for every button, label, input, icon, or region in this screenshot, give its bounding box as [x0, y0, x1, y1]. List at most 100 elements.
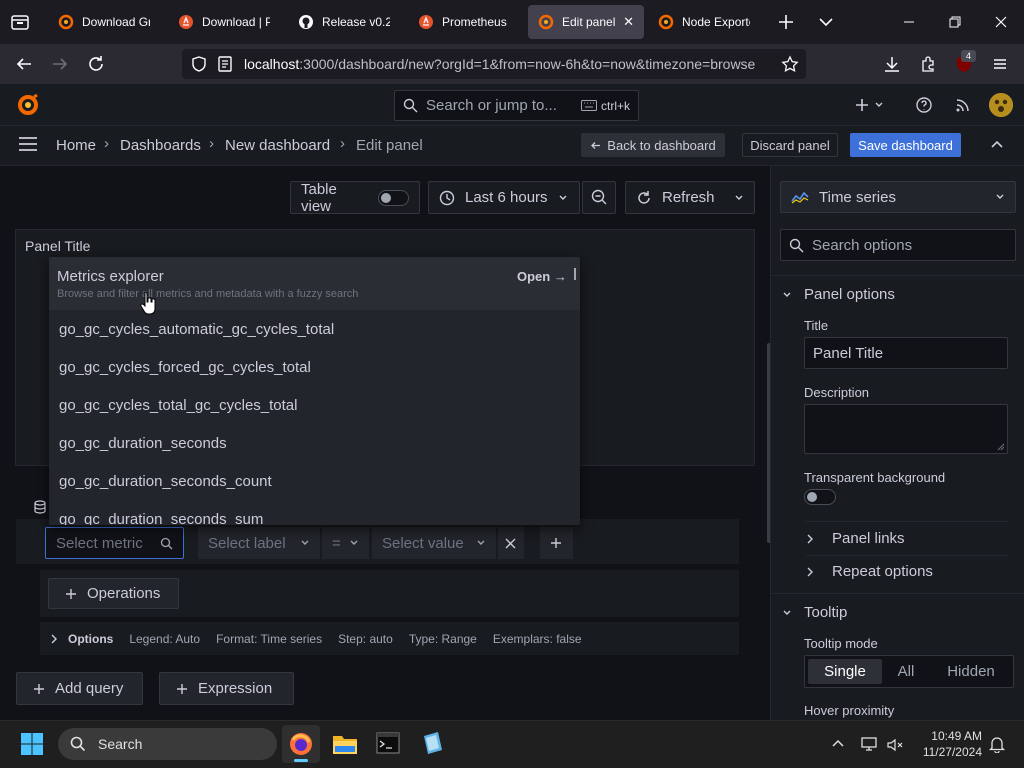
add-query-button[interactable]: Add query	[16, 672, 143, 705]
metric-select-input[interactable]: Select metric	[45, 527, 184, 559]
notifications-bell-icon[interactable]	[988, 735, 1006, 753]
firefox-taskbar-button[interactable]	[282, 725, 320, 763]
browser-tab[interactable]: Download Gra	[48, 5, 160, 39]
add-expression-button[interactable]: Expression	[159, 672, 294, 705]
plus-icon	[854, 97, 870, 113]
close-tab-icon[interactable]: ✕	[623, 14, 634, 30]
mega-menu-icon[interactable]	[18, 136, 38, 152]
terminal-icon[interactable]	[376, 732, 400, 754]
bookmark-star-icon[interactable]	[778, 52, 802, 76]
add-menu-button[interactable]	[854, 96, 888, 114]
browser-tab[interactable]: Prometheus T	[408, 5, 520, 39]
breadcrumb-new-dashboard[interactable]: New dashboard	[225, 137, 330, 154]
search-icon	[160, 537, 173, 550]
repeat-options-section[interactable]: Repeat options	[806, 563, 933, 580]
extensions-icon[interactable]	[916, 52, 940, 76]
browser-tab[interactable]: Download | Pr	[168, 5, 280, 39]
avatar[interactable]	[989, 93, 1013, 117]
url-bar[interactable]: localhost:3000/dashboard/new?orgId=1&fro…	[182, 49, 806, 79]
help-icon[interactable]	[915, 96, 933, 114]
hover-proximity-label: Hover proximity	[804, 703, 895, 718]
search-icon	[789, 238, 804, 253]
metric-option[interactable]: go_gc_duration_seconds_count	[59, 473, 272, 490]
taskbar-search[interactable]: Search	[58, 728, 277, 760]
add-filter-button[interactable]	[540, 527, 573, 559]
tab-title: Edit panel -	[562, 15, 616, 29]
tab-overview-icon[interactable]	[10, 12, 30, 32]
chevron-down-icon[interactable]	[734, 193, 744, 203]
metrics-explorer-option[interactable]: Metrics explorer Browse and filter all m…	[49, 257, 580, 310]
tooltip-mode-single[interactable]: Single	[808, 659, 882, 684]
windows-start-icon[interactable]	[20, 732, 44, 756]
page-info-icon[interactable]	[213, 52, 237, 76]
tooltip-mode-hidden[interactable]: Hidden	[933, 659, 1009, 684]
database-icon[interactable]	[34, 500, 46, 514]
grafana-logo-icon[interactable]	[16, 93, 40, 117]
label-select[interactable]: Select label	[198, 527, 320, 559]
close-window-icon[interactable]	[978, 0, 1024, 44]
breadcrumb-dashboards[interactable]: Dashboards	[120, 137, 201, 154]
operator-select[interactable]: =	[322, 527, 369, 559]
forward-arrow-icon[interactable]	[48, 52, 72, 76]
metric-option[interactable]: go_gc_duration_seconds_sum	[59, 511, 263, 525]
description-textarea[interactable]	[804, 404, 1008, 454]
collapse-chevron-up-icon[interactable]	[990, 138, 1004, 152]
browser-tab[interactable]: Release v0.29.	[288, 5, 400, 39]
operations-button[interactable]: Operations	[48, 578, 179, 609]
tab-list-chevron-icon[interactable]	[816, 12, 836, 32]
panel-links-section[interactable]: Panel links	[806, 530, 905, 547]
resize-handle-icon[interactable]	[997, 443, 1005, 451]
reload-icon[interactable]	[84, 52, 108, 76]
taskbar-clock[interactable]: 10:49 AM 11/27/2024	[918, 729, 982, 759]
transparent-background-toggle[interactable]	[804, 489, 836, 505]
divider	[770, 275, 1024, 276]
discard-panel-button[interactable]: Discard panel	[742, 133, 838, 157]
search-options-input[interactable]: Search options	[780, 229, 1016, 261]
visualization-picker[interactable]: Time series	[780, 181, 1016, 213]
tooltip-mode-all[interactable]: All	[885, 659, 927, 684]
metric-option[interactable]: go_gc_duration_seconds	[59, 435, 227, 452]
zoom-out-button[interactable]	[582, 181, 616, 214]
network-icon[interactable]	[860, 735, 878, 753]
grafana-search-bar[interactable]: Search or jump to... ctrl+k	[394, 90, 639, 121]
downloads-icon[interactable]	[880, 52, 904, 76]
hamburger-menu-icon[interactable]	[988, 52, 1012, 76]
title-input[interactable]: Panel Title	[804, 337, 1008, 369]
open-metrics-explorer-link[interactable]: Open →	[517, 269, 567, 284]
option-format: Format: Time series	[216, 631, 323, 646]
save-dashboard-button[interactable]: Save dashboard	[850, 133, 961, 157]
refresh-button[interactable]: Refresh	[625, 181, 755, 214]
back-to-dashboard-button[interactable]: Back to dashboard	[581, 133, 725, 157]
metric-option[interactable]: go_gc_cycles_forced_gc_cycles_total	[59, 359, 311, 376]
metric-option[interactable]: go_gc_cycles_automatic_gc_cycles_total	[59, 321, 334, 338]
panel-options-section[interactable]: Panel options	[782, 286, 895, 303]
restore-icon[interactable]	[932, 0, 978, 44]
rss-news-icon[interactable]	[954, 96, 972, 114]
app-icon[interactable]	[420, 730, 444, 756]
option-type: Type: Range	[408, 631, 477, 646]
volume-muted-icon[interactable]	[886, 736, 904, 754]
table-view-toggle[interactable]: Table view	[290, 181, 420, 215]
value-select[interactable]: Select value	[372, 527, 496, 559]
back-arrow-icon[interactable]	[12, 52, 36, 76]
chevron-right-icon	[50, 634, 58, 644]
browser-tab-active[interactable]: Edit panel - ✕	[528, 5, 644, 39]
breadcrumb-home[interactable]: Home	[56, 137, 96, 154]
toggle-switch[interactable]	[378, 189, 409, 206]
time-series-icon	[791, 190, 809, 204]
query-options-row[interactable]: Options Legend: Auto Format: Time series…	[40, 622, 739, 655]
browser-tab[interactable]: Node Exporte	[648, 5, 760, 39]
tooltip-section[interactable]: Tooltip	[782, 604, 847, 621]
chevron-up-icon[interactable]	[830, 736, 846, 752]
file-explorer-icon[interactable]	[332, 732, 358, 756]
shield-icon[interactable]	[187, 52, 211, 76]
time-range-picker[interactable]: Last 6 hours	[428, 181, 580, 214]
tooltip-label: Tooltip	[804, 604, 848, 621]
new-tab-icon[interactable]	[776, 12, 796, 32]
minimize-icon[interactable]	[886, 0, 932, 44]
metric-option[interactable]: go_gc_cycles_total_gc_cycles_total	[59, 397, 297, 414]
dropdown-scrollbar[interactable]	[574, 268, 576, 280]
remove-filter-button[interactable]	[498, 527, 524, 559]
chevron-down-icon	[782, 608, 792, 618]
prometheus-icon	[178, 14, 194, 30]
